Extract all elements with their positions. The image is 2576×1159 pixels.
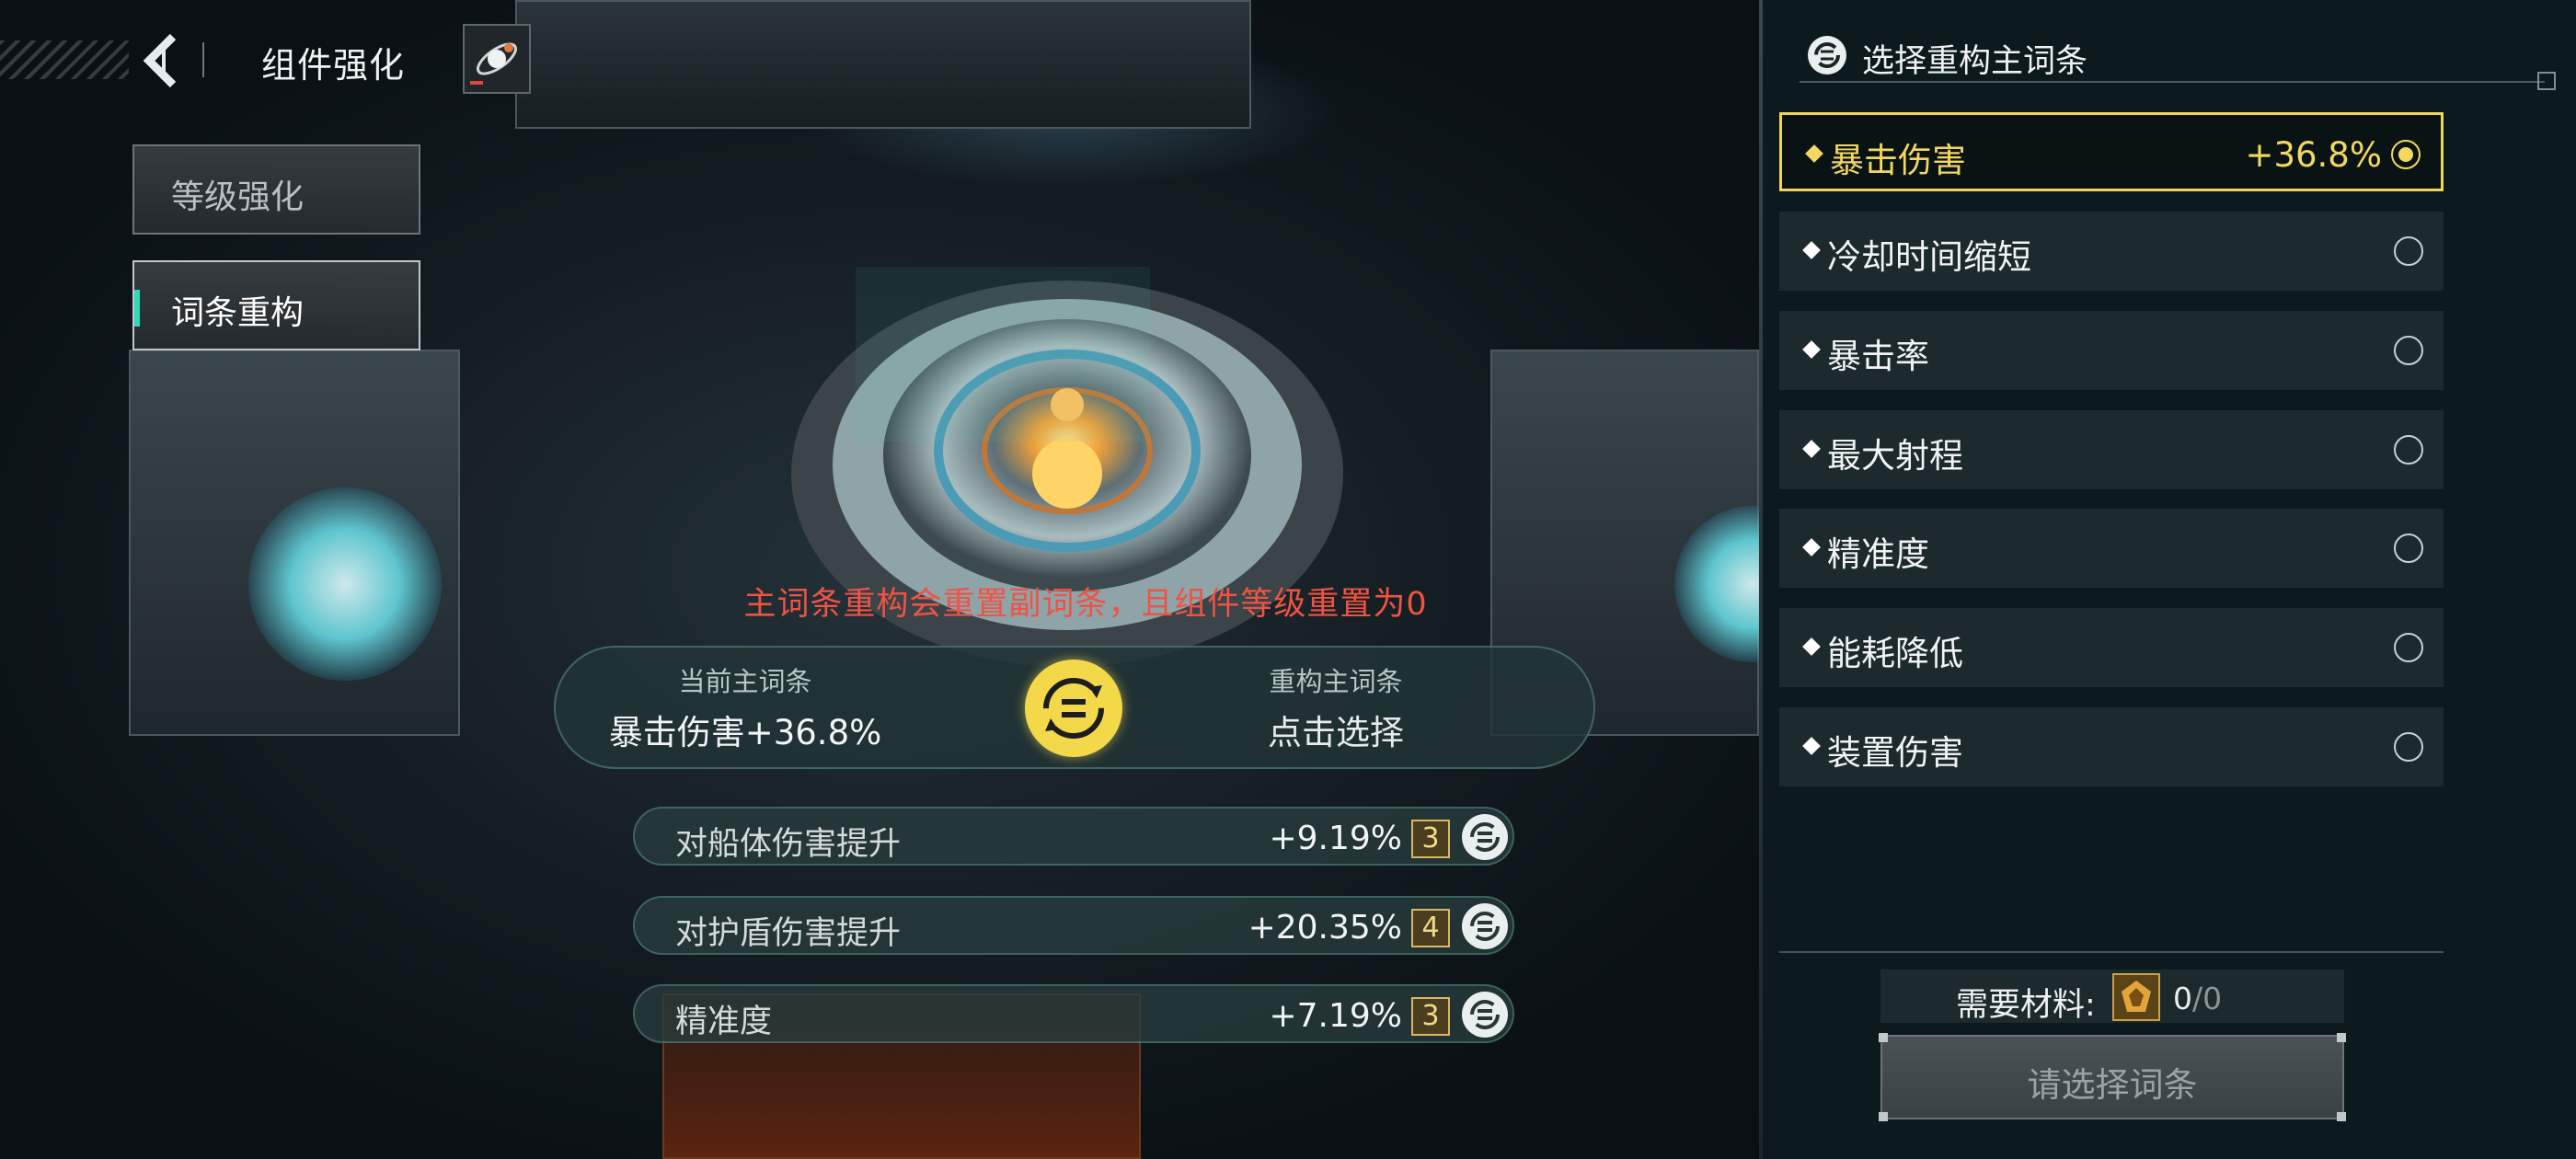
- sub-attribute-level-badge: 3: [1411, 997, 1450, 1036]
- scene-glow-left: [248, 488, 442, 681]
- option-label: 能耗降低: [1827, 634, 1963, 673]
- sub-attribute-level-badge: 3: [1411, 820, 1450, 858]
- current-main-label: 当前主词条: [678, 666, 812, 697]
- option-cooldown-reduction[interactable]: 冷却时间缩短: [1779, 212, 2444, 291]
- diamond-bullet-icon: [1802, 340, 1821, 359]
- radio-icon[interactable]: [2394, 236, 2423, 266]
- active-tab-marker: [134, 290, 140, 327]
- corner-mark-icon: [2537, 72, 2556, 90]
- sub-attribute-name: 对船体伤害提升: [675, 826, 902, 863]
- button-corner: [1879, 1112, 1888, 1121]
- option-max-range[interactable]: 最大射程: [1779, 410, 2444, 489]
- tab-attribute-reforge[interactable]: 词条重构: [132, 260, 420, 350]
- scene-ceiling: [515, 0, 1251, 129]
- radio-icon[interactable]: [2394, 435, 2423, 465]
- sub-attribute-value: +7.19%: [1269, 997, 1402, 1035]
- sub-attribute-level-badge: 4: [1411, 909, 1450, 947]
- sub-attribute-row: 对船体伤害提升 +9.19% 3: [633, 807, 1514, 866]
- back-arrow-icon: [143, 33, 177, 88]
- option-label: 冷却时间缩短: [1827, 237, 2031, 277]
- component-icon: [470, 42, 517, 85]
- radio-icon[interactable]: [2394, 633, 2423, 662]
- sub-attribute-row: 精准度 +7.19% 3: [633, 984, 1514, 1043]
- refresh-icon[interactable]: [1459, 901, 1511, 952]
- radio-icon[interactable]: [2394, 336, 2423, 365]
- option-energy-reduction[interactable]: 能耗降低: [1779, 608, 2444, 687]
- option-accuracy[interactable]: 精准度: [1779, 509, 2444, 588]
- option-label: 装置伤害: [1827, 733, 1963, 773]
- option-crit-damage[interactable]: 暴击伤害 +36.8%: [1779, 112, 2444, 191]
- materials-have: 0: [2173, 981, 2192, 1016]
- option-label: 最大射程: [1827, 436, 1963, 476]
- panel-bottom-divider: [1779, 951, 2444, 953]
- material-item-icon: [2122, 981, 2151, 1012]
- option-label: 暴击率: [1827, 337, 1929, 376]
- panel-header: 选择重构主词条: [1781, 28, 2556, 92]
- reforge-icon: [1043, 678, 1104, 739]
- back-button[interactable]: [136, 31, 191, 90]
- radio-icon[interactable]: [2394, 534, 2423, 563]
- diamond-bullet-icon: [1802, 440, 1821, 458]
- diamond-bullet-icon: [1802, 637, 1821, 656]
- reforged-main-label: 重构主词条: [1269, 666, 1403, 697]
- radio-icon[interactable]: [2394, 732, 2423, 762]
- panel-title: 选择重构主词条: [1862, 43, 2088, 80]
- confirm-reforge-label: 请选择词条: [2027, 1065, 2198, 1105]
- option-label: 精准度: [1827, 534, 1929, 574]
- reforged-main-select[interactable]: 点击选择: [1170, 705, 1501, 754]
- sub-attribute-value: +20.35%: [1248, 909, 1402, 947]
- radio-selected-icon[interactable]: [2391, 140, 2421, 169]
- header-stripes: [0, 40, 129, 79]
- reforge-warning: 主词条重构会重置副词条，且组件等级重置为0: [743, 586, 1428, 623]
- diamond-bullet-icon: [1802, 737, 1821, 755]
- materials-count: 0/0: [2173, 981, 2222, 1016]
- button-corner: [2337, 1033, 2346, 1042]
- reforge-icon: [1808, 36, 1846, 75]
- tab-attribute-reforge-label: 词条重构: [171, 294, 305, 332]
- tab-level-upgrade[interactable]: 等级强化: [132, 144, 420, 235]
- component-thumbnail[interactable]: [463, 24, 531, 94]
- component-core-image: [791, 267, 1343, 667]
- current-main-value: 暴击伤害+36.8%: [608, 713, 882, 752]
- refresh-icon[interactable]: [1459, 811, 1511, 863]
- reforge-button[interactable]: [1025, 660, 1122, 757]
- diamond-bullet-icon: [1805, 144, 1823, 163]
- header-divider: [202, 42, 204, 77]
- button-corner: [1879, 1033, 1888, 1042]
- diamond-bullet-icon: [1802, 538, 1821, 557]
- refresh-icon[interactable]: [1459, 989, 1511, 1040]
- option-value: +36.8%: [2245, 135, 2382, 175]
- materials-need: /0: [2192, 981, 2223, 1016]
- button-corner: [2337, 1112, 2346, 1121]
- diamond-bullet-icon: [1802, 241, 1821, 259]
- confirm-reforge-button[interactable]: 请选择词条: [1879, 1033, 2346, 1121]
- sub-attribute-row: 对护盾伤害提升 +20.35% 4: [633, 896, 1514, 955]
- sub-attribute-name: 对护盾伤害提升: [675, 915, 902, 952]
- required-materials: 需要材料: 0/0: [1880, 970, 2344, 1024]
- sub-attribute-value: +9.19%: [1269, 820, 1402, 857]
- tab-level-upgrade-label: 等级强化: [171, 178, 305, 216]
- option-crit-rate[interactable]: 暴击率: [1779, 311, 2444, 390]
- sub-attribute-name: 精准度: [675, 1004, 773, 1040]
- top-bar: 组件强化: [0, 18, 552, 101]
- option-label: 暴击伤害: [1830, 141, 1966, 180]
- material-icon[interactable]: [2112, 973, 2160, 1021]
- panel-divider: [1759, 0, 1763, 1159]
- materials-label: 需要材料:: [1956, 987, 2096, 1024]
- page-title: 组件强化: [261, 45, 406, 86]
- panel-header-line: [1800, 81, 2545, 83]
- option-device-damage[interactable]: 装置伤害: [1779, 707, 2444, 786]
